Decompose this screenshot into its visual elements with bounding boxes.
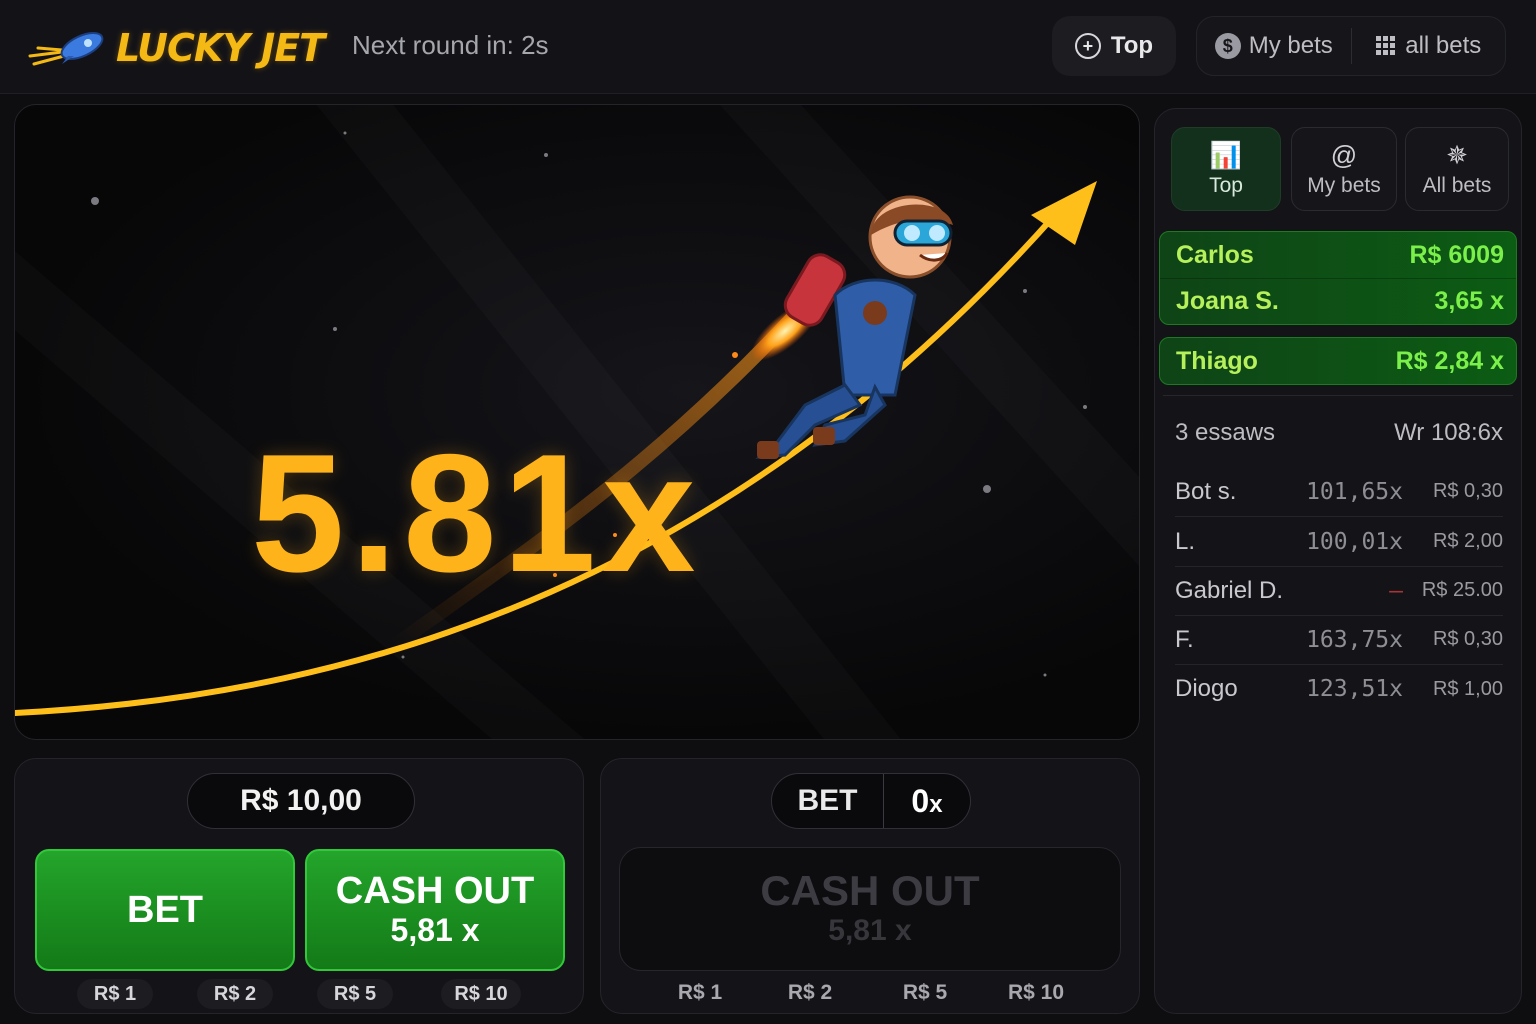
divider [1163,395,1513,396]
tab-all-bets-label: All bets [1422,174,1492,197]
bets-sidebar: 📊 Top @ My bets ✵ All bets Carlos R$ 600… [1154,108,1522,1014]
cash-out-button[interactable]: CASH OUT 5,81 x [305,849,565,971]
quick-amount-2b[interactable]: R$ 2 [765,981,855,1005]
player-amount: R$ 0,30 [1432,480,1503,502]
tab-my-bets[interactable]: @ My bets [1291,127,1397,211]
player-multiplier: 163,75x [1306,626,1403,653]
bet-panel-1: R$ 10,00 BET CASH OUT 5,81 x R$ 1 R$ 2 R… [14,758,584,1014]
top-button[interactable]: + Top [1052,16,1176,76]
cash-out-value: 5,81 x [390,912,480,948]
player-amount: R$ 25.00 [1421,579,1503,601]
quick-amount-5b[interactable]: R$ 5 [880,981,970,1005]
player-multiplier: – [1389,577,1403,604]
bets-summary: 3 essaws Wr 108:6x [1175,419,1503,447]
dollar-icon: $ [1214,33,1241,59]
chart-icon: 📊 [1209,140,1243,170]
multiplier-display: 5.81x [251,419,702,607]
tab-top-label: Top [1209,174,1243,197]
player-amount: R$ 1,00 [1432,677,1503,700]
auto-bet-toggle[interactable]: BET 0x [771,773,971,829]
cash-out-label-2: CASH OUT [760,867,980,914]
player-name: L. [1175,527,1196,555]
quick-amount-10b[interactable]: R$ 10 [991,981,1081,1005]
all-bets-label: all bets [1405,32,1482,59]
player-multiplier: 100,01x [1306,528,1403,555]
bet-button-label: BET [127,888,203,931]
auto-bet-number: 0 [911,782,930,819]
next-round-timer: Next round in: 2s [352,30,549,60]
plus-circle-icon: + [1074,33,1101,59]
highlight-box-2: Thiago R$ 2,84 x [1159,337,1517,385]
highlight-row: Carlos R$ 6009 [1160,232,1516,278]
top-button-label: Top [1110,32,1154,59]
table-row: Bot s. 101,65x R$ 0,30 [1175,467,1503,517]
all-bets-button[interactable]: all bets [1352,17,1506,75]
table-row: Gabriel D. – R$ 25.00 [1175,566,1503,616]
bets-win-total: Wr 108:6x [1394,419,1503,446]
grid-icon [1376,36,1396,55]
highlight-row: Joana S. 3,65 x [1160,278,1516,324]
table-row: Diogo 123,51x R$ 1,00 [1175,664,1503,714]
lucky-jet-logo[interactable]: LUCKY JET [28,24,325,72]
player-amount: R$ 0,30 [1432,628,1503,650]
bets-toggle: $ My bets all bets [1196,16,1506,76]
highlight-name: Thiago [1176,346,1258,375]
table-row: L. 100,01x R$ 2,00 [1175,517,1503,567]
player-name: F. [1175,625,1194,653]
auto-bet-label: BET [772,774,884,828]
bets-count: 3 essaws [1175,419,1276,446]
player-amount: R$ 2,00 [1432,530,1503,552]
quick-amount-2[interactable]: R$ 2 [197,979,273,1009]
cash-out-label: CASH OUT [335,870,535,912]
quick-amount-1b[interactable]: R$ 1 [655,981,745,1005]
bet-amount-input[interactable]: R$ 10,00 [187,773,415,829]
highlight-name: Carlos [1176,240,1254,269]
quick-amount-10[interactable]: R$ 10 [441,979,521,1009]
highlight-row: Thiago R$ 2,84 x [1160,338,1516,384]
tab-top[interactable]: 📊 Top [1171,127,1281,211]
my-bets-button[interactable]: $ My bets [1197,17,1351,75]
bet-button[interactable]: BET [35,849,295,971]
top-bar: LUCKY JET Next round in: 2s + Top $ My b… [0,0,1536,94]
at-icon: @ [1330,140,1358,170]
highlight-name: Joana S. [1176,287,1279,315]
rocket-icon [28,32,104,66]
tab-my-bets-label: My bets [1307,174,1381,197]
quick-amount-5[interactable]: R$ 5 [317,979,393,1009]
auto-bet-value: 0x [884,783,970,820]
cash-out-button-disabled[interactable]: CASH OUT 5,81 x [619,847,1121,971]
player-name: Bot s. [1175,477,1237,505]
bet-panel-2: BET 0x CASH OUT 5,81 x R$ 1 R$ 2 R$ 5 R$… [600,758,1140,1014]
auto-bet-unit: x [929,790,943,818]
highlight-value: R$ 2,84 x [1395,346,1504,375]
aperture-icon: ✵ [1446,140,1468,170]
player-multiplier: 101,65x [1306,478,1403,505]
player-name: Gabriel D. [1175,576,1284,604]
logo-text: LUCKY JET [116,26,325,70]
highlight-value: R$ 6009 [1409,240,1504,269]
highlight-value: 3,65 x [1434,287,1504,315]
player-multiplier: 123,51x [1306,676,1403,702]
player-name: Diogo [1175,675,1238,702]
quick-amount-1[interactable]: R$ 1 [77,979,153,1009]
cash-out-value-2: 5,81 x [828,914,912,947]
table-row: F. 163,75x R$ 0,30 [1175,615,1503,665]
tab-all-bets[interactable]: ✵ All bets [1405,127,1509,211]
game-canvas: 5.81x [14,104,1140,740]
top-winners-box: Carlos R$ 6009 Joana S. 3,65 x [1159,231,1517,325]
my-bets-label: My bets [1248,32,1333,59]
